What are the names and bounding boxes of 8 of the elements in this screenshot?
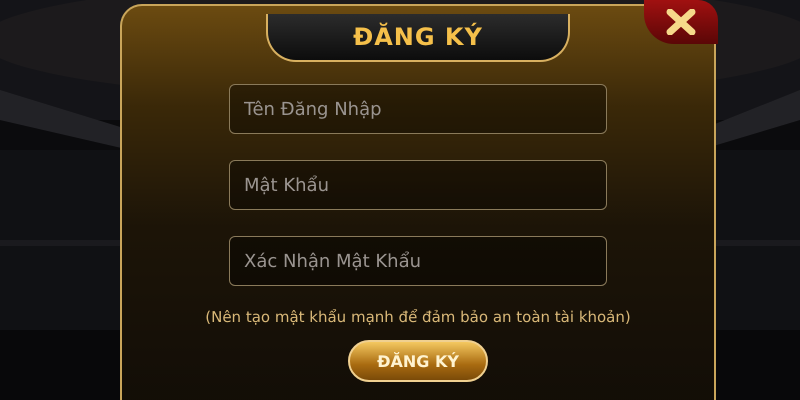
input-field[interactable]: Mật Khẩu (229, 160, 607, 210)
hint-text: (Nên tạo mật khẩu mạnh để đảm bảo an toàn tài khoản) (205, 308, 631, 326)
input-field[interactable]: Xác Nhận Mật Khẩu (229, 236, 607, 286)
input-field[interactable]: Tên Đăng Nhập (229, 84, 607, 134)
close-icon (665, 9, 697, 35)
register-button[interactable]: ĐĂNG KÝ (348, 340, 488, 382)
close-button[interactable] (644, 0, 718, 44)
dialog-title: ĐĂNG KÝ (266, 14, 570, 62)
